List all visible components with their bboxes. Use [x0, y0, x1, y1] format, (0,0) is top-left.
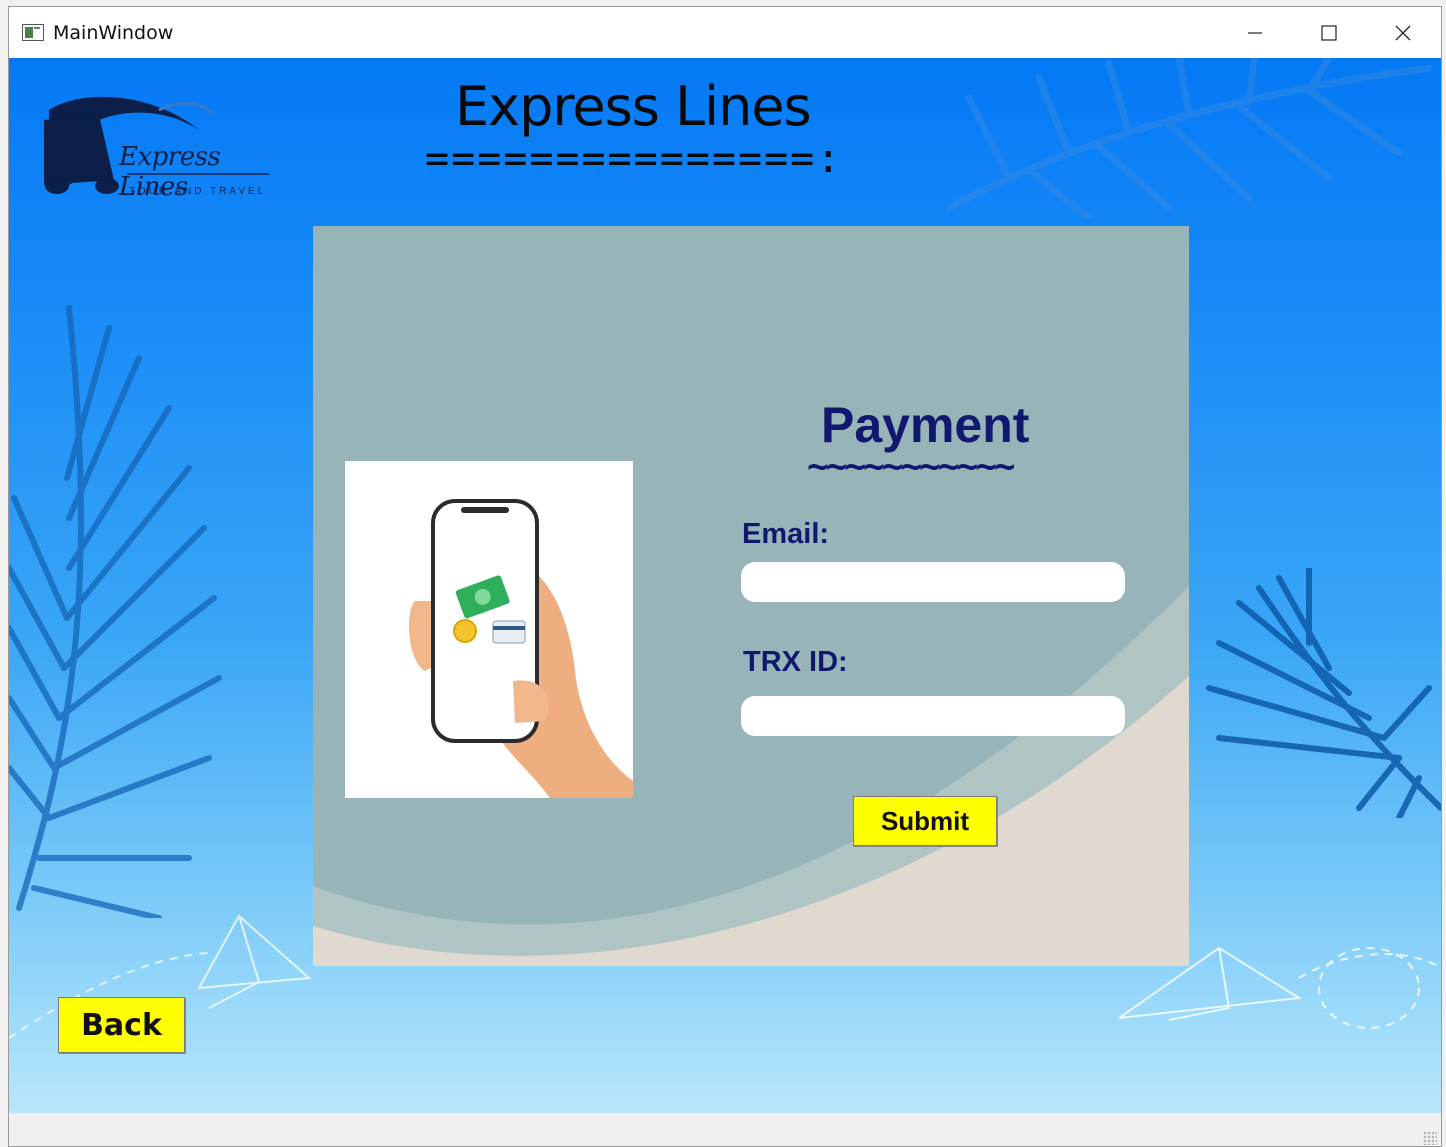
trx-id-label: TRX ID: — [743, 646, 848, 678]
minimize-icon — [1248, 31, 1262, 34]
title-bar[interactable]: MainWindow — [9, 7, 1441, 58]
payment-illustration — [345, 461, 633, 798]
main-window: MainWindow Express Lines TOUR AND TRAVEL… — [8, 6, 1442, 1147]
page-title: Express Lines — [455, 75, 812, 138]
email-label: Email: — [742, 518, 830, 550]
app-window-icon — [22, 24, 44, 41]
palm-leaf-right-icon — [1206, 568, 1441, 818]
title-underline: ===============: — [425, 136, 843, 182]
minimize-button[interactable] — [1218, 7, 1292, 58]
logo-tagline: TOUR AND TRAVEL — [129, 186, 267, 197]
maximize-button[interactable] — [1292, 7, 1366, 58]
back-button[interactable]: Back — [58, 997, 185, 1053]
submit-button[interactable]: Submit — [853, 796, 997, 846]
phone-payment-icon — [409, 499, 633, 798]
close-icon — [1395, 25, 1411, 40]
app-content: Express Lines TOUR AND TRAVEL Express Li… — [9, 58, 1441, 1113]
palm-leaf-left-icon — [9, 305, 222, 918]
close-button[interactable] — [1366, 7, 1440, 58]
payment-panel: Payment ~~~~~~~~~~~ Email: TRX ID: Submi… — [313, 226, 1189, 966]
trx-id-field[interactable] — [741, 696, 1125, 736]
payment-heading-underline: ~~~~~~~~~~~ — [807, 446, 1015, 487]
palm-leaf-top-right-icon — [945, 58, 1433, 218]
status-bar — [9, 1113, 1441, 1146]
email-field[interactable] — [741, 562, 1125, 602]
express-lines-logo: Express Lines TOUR AND TRAVEL — [39, 90, 279, 205]
maximize-icon — [1321, 24, 1337, 41]
resize-grip-icon[interactable] — [1423, 1131, 1437, 1145]
window-title: MainWindow — [53, 22, 174, 44]
